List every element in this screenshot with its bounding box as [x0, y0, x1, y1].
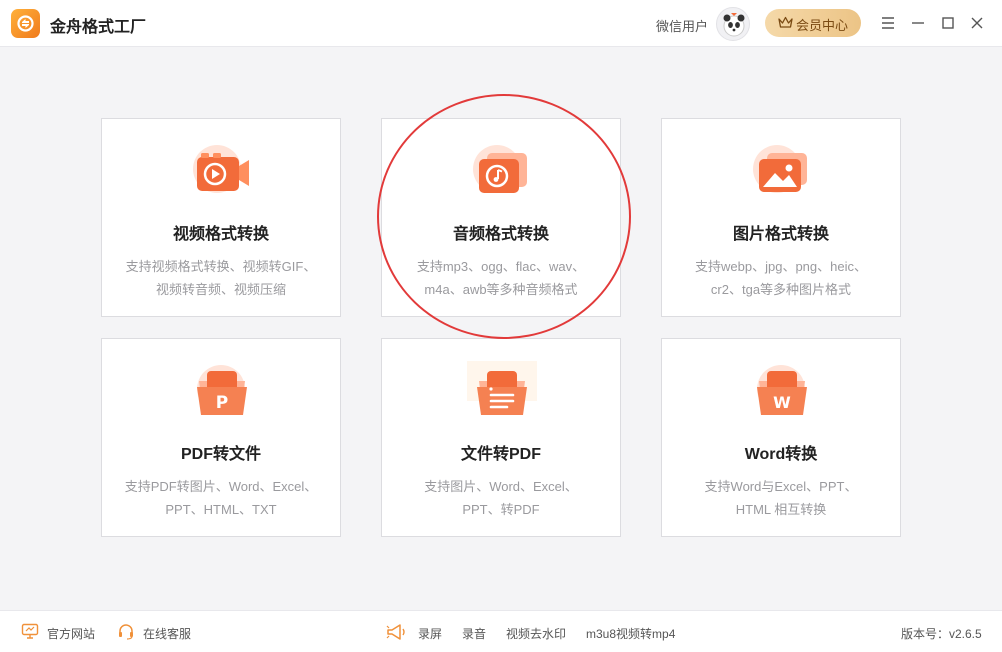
crown-icon [778, 16, 793, 28]
svg-text:P: P [216, 393, 228, 413]
close-icon [971, 17, 983, 29]
document-lines-icon [467, 359, 537, 419]
minimize-button[interactable] [909, 14, 927, 32]
online-service-link[interactable]: 在线客服 [143, 625, 191, 642]
tool-screen-record-link[interactable]: 录屏 [418, 625, 442, 642]
app-logo-icon [11, 9, 40, 38]
menu-button[interactable] [879, 14, 897, 32]
card-title: 图片格式转换 [732, 226, 829, 243]
card-word-convert[interactable]: W Word转换 支持Word与Excel、PPT、 HTML 相互转换 [661, 338, 901, 537]
minimize-icon [912, 22, 924, 24]
tool-audio-record-link[interactable]: 录音 [462, 625, 486, 642]
card-title: Word转换 [744, 446, 818, 463]
close-button[interactable] [968, 14, 986, 32]
user-name[interactable]: 微信用户 [656, 16, 708, 35]
card-description: 支持视频格式转换、视频转GIF、 视频转音频、视频压缩 [125, 259, 317, 297]
card-description: 支持PDF转图片、Word、Excel、 PPT、HTML、TXT [124, 479, 318, 517]
version-label: 版本号：v2.6.5 [901, 627, 982, 641]
app-title: 金舟格式工厂 [50, 19, 147, 36]
card-description: 支持webp、jpg、png、heic、 cr2、tga等多种图片格式 [695, 259, 867, 297]
card-video-convert[interactable]: 视频格式转换 支持视频格式转换、视频转GIF、 视频转音频、视频压缩 [101, 118, 341, 317]
title-bar: 金舟格式工厂 微信用户 会员中心 [0, 0, 1002, 47]
maximize-icon [942, 17, 954, 29]
vip-center-button[interactable]: 会员中心 [765, 9, 861, 37]
card-title: 文件转PDF [460, 446, 541, 463]
card-title: PDF转文件 [180, 446, 261, 463]
card-title: 视频格式转换 [172, 226, 269, 243]
headset-icon [119, 624, 133, 640]
video-play-icon [187, 139, 257, 199]
panda-avatar-icon [723, 13, 745, 37]
svg-text:W: W [773, 393, 791, 412]
music-note-icon [467, 139, 537, 199]
avatar[interactable] [716, 7, 750, 41]
maximize-button[interactable] [939, 14, 957, 32]
hamburger-icon [882, 17, 894, 29]
card-title: 音频格式转换 [452, 226, 549, 243]
megaphone-icon [386, 624, 405, 640]
card-file-to-pdf[interactable]: 文件转PDF 支持图片、Word、Excel、 PPT、转PDF [381, 338, 621, 537]
pdf-p-icon: P [187, 359, 257, 419]
card-description: 支持Word与Excel、PPT、 HTML 相互转换 [704, 479, 858, 517]
tool-remove-watermark-link[interactable]: 视频去水印 [506, 625, 566, 642]
vip-center-label: 会员中心 [796, 18, 849, 33]
footer-bar: 官方网站 在线客服 录屏 录音 视频去水印 m3u8视频转mp4 版本号：v2.… [0, 610, 1002, 652]
tool-m3u8-to-mp4-link[interactable]: m3u8视频转mp4 [586, 625, 675, 642]
monitor-icon [21, 623, 39, 639]
card-description: 支持图片、Word、Excel、 PPT、转PDF [424, 479, 578, 517]
official-website-link[interactable]: 官方网站 [47, 625, 95, 642]
word-w-icon: W [747, 359, 817, 419]
card-description: 支持mp3、ogg、flac、wav、 m4a、awb等多种音频格式 [416, 259, 586, 297]
card-audio-convert[interactable]: 音频格式转换 支持mp3、ogg、flac、wav、 m4a、awb等多种音频格… [381, 118, 621, 317]
card-pdf-to-file[interactable]: P PDF转文件 支持PDF转图片、Word、Excel、 PPT、HTML、T… [101, 338, 341, 537]
image-icon [747, 139, 817, 199]
card-image-convert[interactable]: 图片格式转换 支持webp、jpg、png、heic、 cr2、tga等多种图片… [661, 118, 901, 317]
